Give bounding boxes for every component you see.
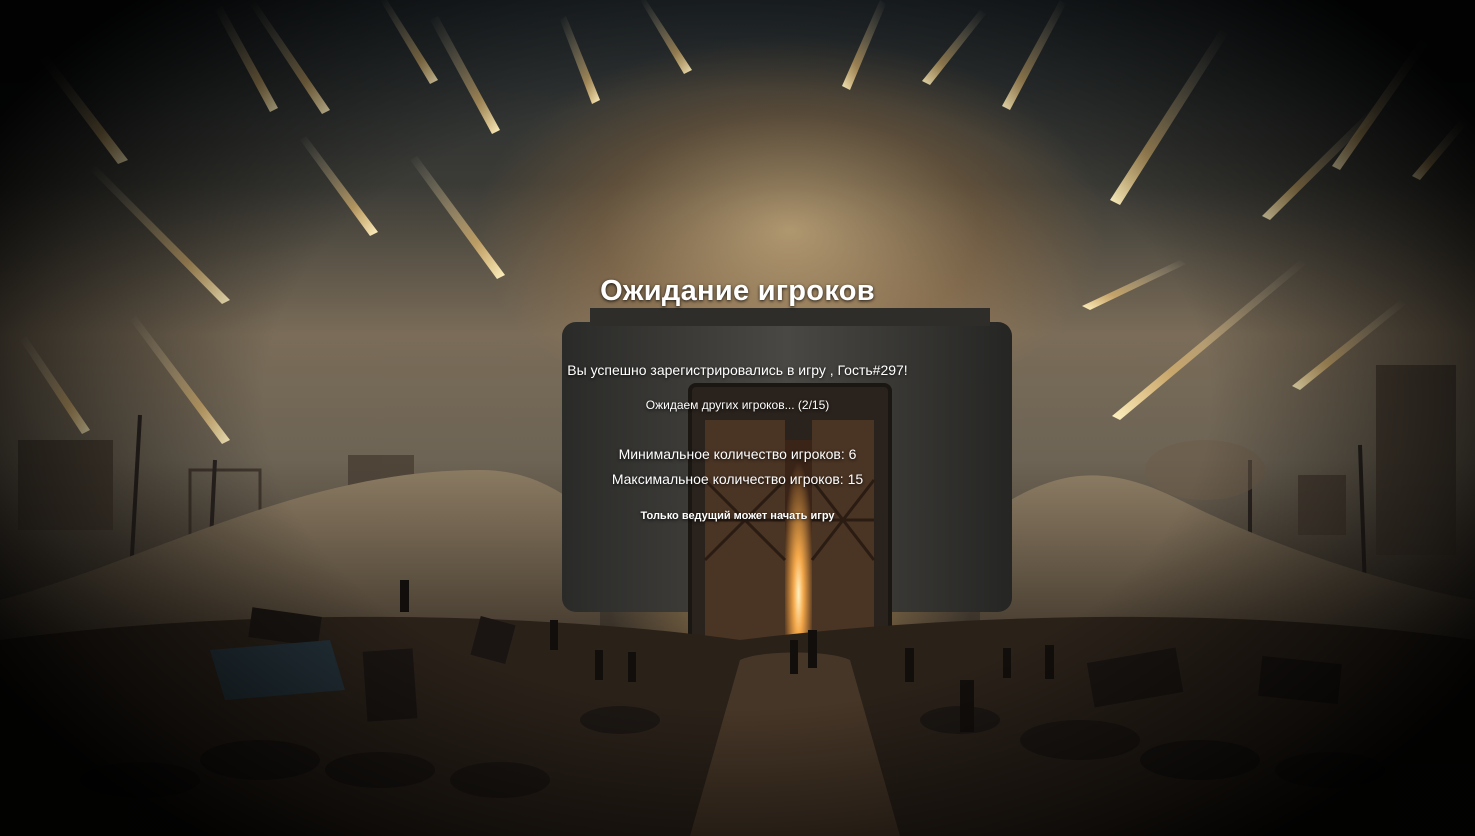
bunker-background-illustration bbox=[0, 0, 1475, 836]
registration-message: Вы успешно зарегистрировались в игру , Г… bbox=[567, 362, 908, 378]
page-title: Ожидание игроков bbox=[600, 275, 875, 307]
min-players-info: Минимальное количество игроков: 6 bbox=[618, 446, 857, 462]
max-players-info: Максимальное количество игроков: 15 bbox=[611, 471, 864, 487]
background-scene bbox=[0, 0, 1475, 836]
waiting-status: Ожидаем других игроков... (2/15) bbox=[645, 398, 830, 412]
host-only-notice: Только ведущий может начать игру bbox=[640, 510, 835, 522]
